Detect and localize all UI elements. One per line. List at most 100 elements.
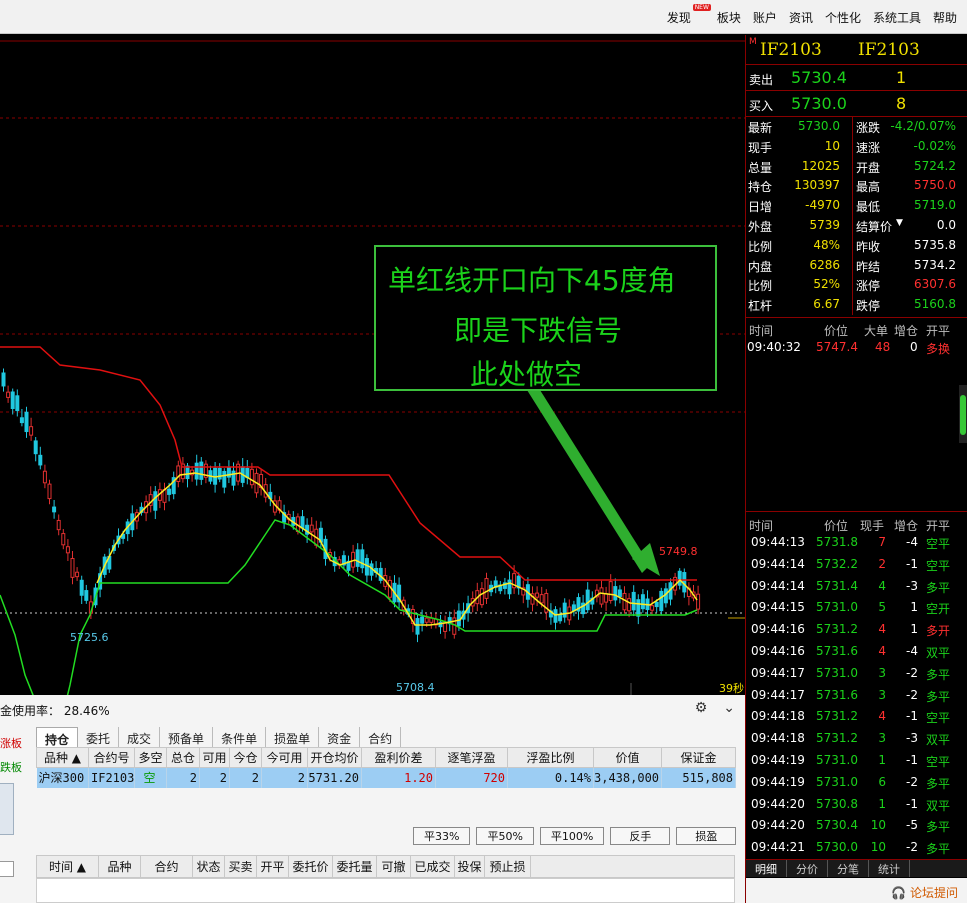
scroll-thumb[interactable] — [960, 395, 966, 435]
orders-table: 时间 ▲ 品种 合约 状态 买卖 开平 委托价 委托量 可撤 已成交 投保 预止损 — [36, 855, 735, 878]
quote-panel: M IF2103 IF2103 卖出 5730.4 1 买入 5730.0 8 … — [745, 35, 967, 903]
column-header[interactable]: 合约号 — [88, 747, 135, 768]
main-menu: 发现 NEW 板块 账户 资讯 个性化 系统工具 帮助 — [667, 4, 957, 26]
column-header[interactable]: 合约 — [140, 855, 193, 878]
tick-row[interactable]: 09:44:18 5731.2 4 -1 空平 — [746, 706, 967, 728]
price-chart[interactable]: 单红线开口向下45度角 即是下跌信号 此处做空 5749.8 5725.6 57… — [0, 35, 745, 695]
column-header[interactable]: 盈利价差 — [361, 747, 436, 768]
tick-row[interactable]: 09:44:19 5731.0 1 -1 空平 — [746, 750, 967, 772]
buy-quote[interactable]: 买入 5730.0 8 — [746, 91, 967, 117]
tick-row[interactable]: 09:44:13 5731.8 7 -4 空平 — [746, 532, 967, 554]
candle-body — [562, 602, 567, 618]
collapse-chevron-icon[interactable]: ⌄ — [723, 700, 735, 716]
column-header[interactable]: 买卖 — [224, 855, 257, 878]
menu-personalize[interactable]: 个性化 — [825, 9, 861, 26]
position-cell: 1.20 — [361, 767, 436, 788]
tick-price: 5731.0 — [816, 753, 858, 767]
column-header[interactable]: 浮盈比例 — [507, 747, 594, 768]
stop-profit-loss-button[interactable]: 损盈 — [676, 827, 737, 845]
column-header[interactable]: 开平 — [256, 855, 289, 878]
column-header[interactable]: 今可用 — [261, 747, 308, 768]
menu-account[interactable]: 账户 — [753, 9, 777, 26]
tick-type: 多平 — [926, 776, 951, 791]
tab-detail[interactable]: 明细 — [746, 860, 787, 877]
column-header[interactable]: 委托价 — [288, 855, 333, 878]
column-header[interactable]: 委托量 — [332, 855, 377, 878]
tick-type: 多平 — [926, 842, 951, 857]
column-header[interactable]: 投保 — [454, 855, 485, 878]
menu-sector[interactable]: 板块 — [717, 9, 741, 26]
tick-row[interactable]: 09:44:14 5732.2 2 -1 空平 — [746, 554, 967, 576]
column-header[interactable]: 状态 — [192, 855, 225, 878]
column-header[interactable]: 预止损 — [484, 855, 531, 878]
settings-gear-icon[interactable]: ⚙ — [695, 700, 708, 716]
side-panel-toggle[interactable] — [0, 783, 14, 835]
candle-body — [176, 465, 181, 482]
tick-price: 5730.8 — [816, 796, 858, 811]
tick-row[interactable]: 09:44:20 5730.4 10 -5 多平 — [746, 815, 967, 837]
tick-row[interactable]: 09:44:21 5730.0 10 -2 多平 — [746, 837, 967, 859]
tick-row[interactable]: 09:44:16 5731.6 4 -4 双平 — [746, 641, 967, 663]
side-checkbox[interactable] — [0, 861, 14, 877]
buy-price: 5730.0 — [791, 94, 847, 113]
sell-quote[interactable]: 卖出 5730.4 1 — [746, 65, 967, 91]
tick-row[interactable]: 09:44:17 5731.6 3 -2 多平 — [746, 685, 967, 707]
contract-code[interactable]: IF2103 — [760, 40, 822, 60]
column-header[interactable]: 可用 — [199, 747, 230, 768]
candle-body — [38, 454, 43, 466]
candle-body — [539, 594, 544, 604]
column-header[interactable]: 价值 — [593, 747, 662, 768]
tick-row[interactable]: 09:44:17 5731.0 3 -2 多平 — [746, 663, 967, 685]
menu-news[interactable]: 资讯 — [789, 9, 813, 26]
dropdown-arrow-icon[interactable]: ▼ — [896, 218, 903, 228]
column-header[interactable]: 时间 ▲ — [36, 855, 99, 878]
tick-row[interactable]: 09:44:14 5731.4 4 -3 多平 — [746, 576, 967, 598]
tick-volume: 3 — [878, 687, 886, 702]
candle-body — [585, 589, 590, 611]
stat-label: 持仓 — [748, 180, 773, 195]
stat-label: 杠杆 — [748, 299, 773, 314]
candle-body — [608, 581, 613, 602]
column-header[interactable]: 开仓均价 — [307, 747, 362, 768]
close-100-button[interactable]: 平100% — [539, 827, 605, 845]
column-header[interactable]: 已成交 — [410, 855, 455, 878]
stat-value: 5730.0 — [798, 119, 840, 133]
column-header[interactable]: 品种 — [98, 855, 141, 878]
tick-time: 09:44:19 — [751, 753, 805, 767]
tab-statistics[interactable]: 统计 — [869, 860, 910, 877]
menu-discover[interactable]: 发现 NEW — [667, 4, 711, 26]
tick-time: 09:44:19 — [751, 774, 805, 789]
tick-row[interactable]: 09:44:15 5731.0 5 1 空开 — [746, 597, 967, 619]
tick-type: 空平 — [926, 558, 951, 573]
column-header[interactable]: 品种 ▲ — [36, 747, 89, 768]
candle-body — [553, 609, 558, 623]
menu-help[interactable]: 帮助 — [933, 9, 957, 26]
column-header[interactable]: 逐笔浮盈 — [435, 747, 508, 768]
stat-value: 130397 — [794, 178, 840, 193]
positions-header-row: 品种 ▲ 合约号 多空 总仓 可用 今仓 今可用 开仓均价 盈利价差 逐笔浮盈 浮盈比例 价值 保证金 — [36, 747, 736, 768]
tab-trades[interactable]: 分笔 — [828, 860, 869, 877]
column-header[interactable]: 总仓 — [166, 747, 200, 768]
tick-row[interactable]: 09:44:19 5731.0 6 -2 多平 — [746, 772, 967, 794]
position-row[interactable]: 沪深300 IF2103 空 2 2 2 2 5731.20 1.20 720 0.14% 3,438… — [36, 767, 736, 788]
tick-row[interactable]: 09:44:16 5731.2 4 1 多开 — [746, 619, 967, 641]
menu-system-tools[interactable]: 系统工具 — [873, 9, 921, 26]
big-order-row[interactable]: 09:40:32 5747.4 48 0 多换 — [746, 337, 967, 359]
close-50-button[interactable]: 平50% — [476, 827, 534, 845]
reverse-button[interactable]: 反手 — [610, 827, 671, 845]
column-header[interactable]: 可撤 — [376, 855, 411, 878]
column-header[interactable]: 保证金 — [661, 747, 736, 768]
tick-time: 09:44:16 — [751, 622, 805, 637]
close-33-button[interactable]: 平33% — [413, 827, 471, 845]
column-header[interactable]: 今仓 — [229, 747, 262, 768]
forum-button[interactable]: 🎧 论坛提问 — [891, 884, 958, 901]
tick-row[interactable]: 09:44:18 5731.2 3 -3 双平 — [746, 728, 967, 750]
big-order-scrollbar[interactable] — [959, 385, 967, 443]
tick-type: 空平 — [926, 537, 951, 551]
tick-row[interactable]: 09:44:20 5730.8 1 -1 双平 — [746, 794, 967, 816]
tick-volume: 2 — [878, 556, 886, 571]
candle-body — [56, 519, 61, 531]
column-header[interactable]: 多空 — [134, 747, 167, 768]
tick-type: 多平 — [926, 820, 951, 835]
tab-price-split[interactable]: 分价 — [787, 860, 828, 877]
